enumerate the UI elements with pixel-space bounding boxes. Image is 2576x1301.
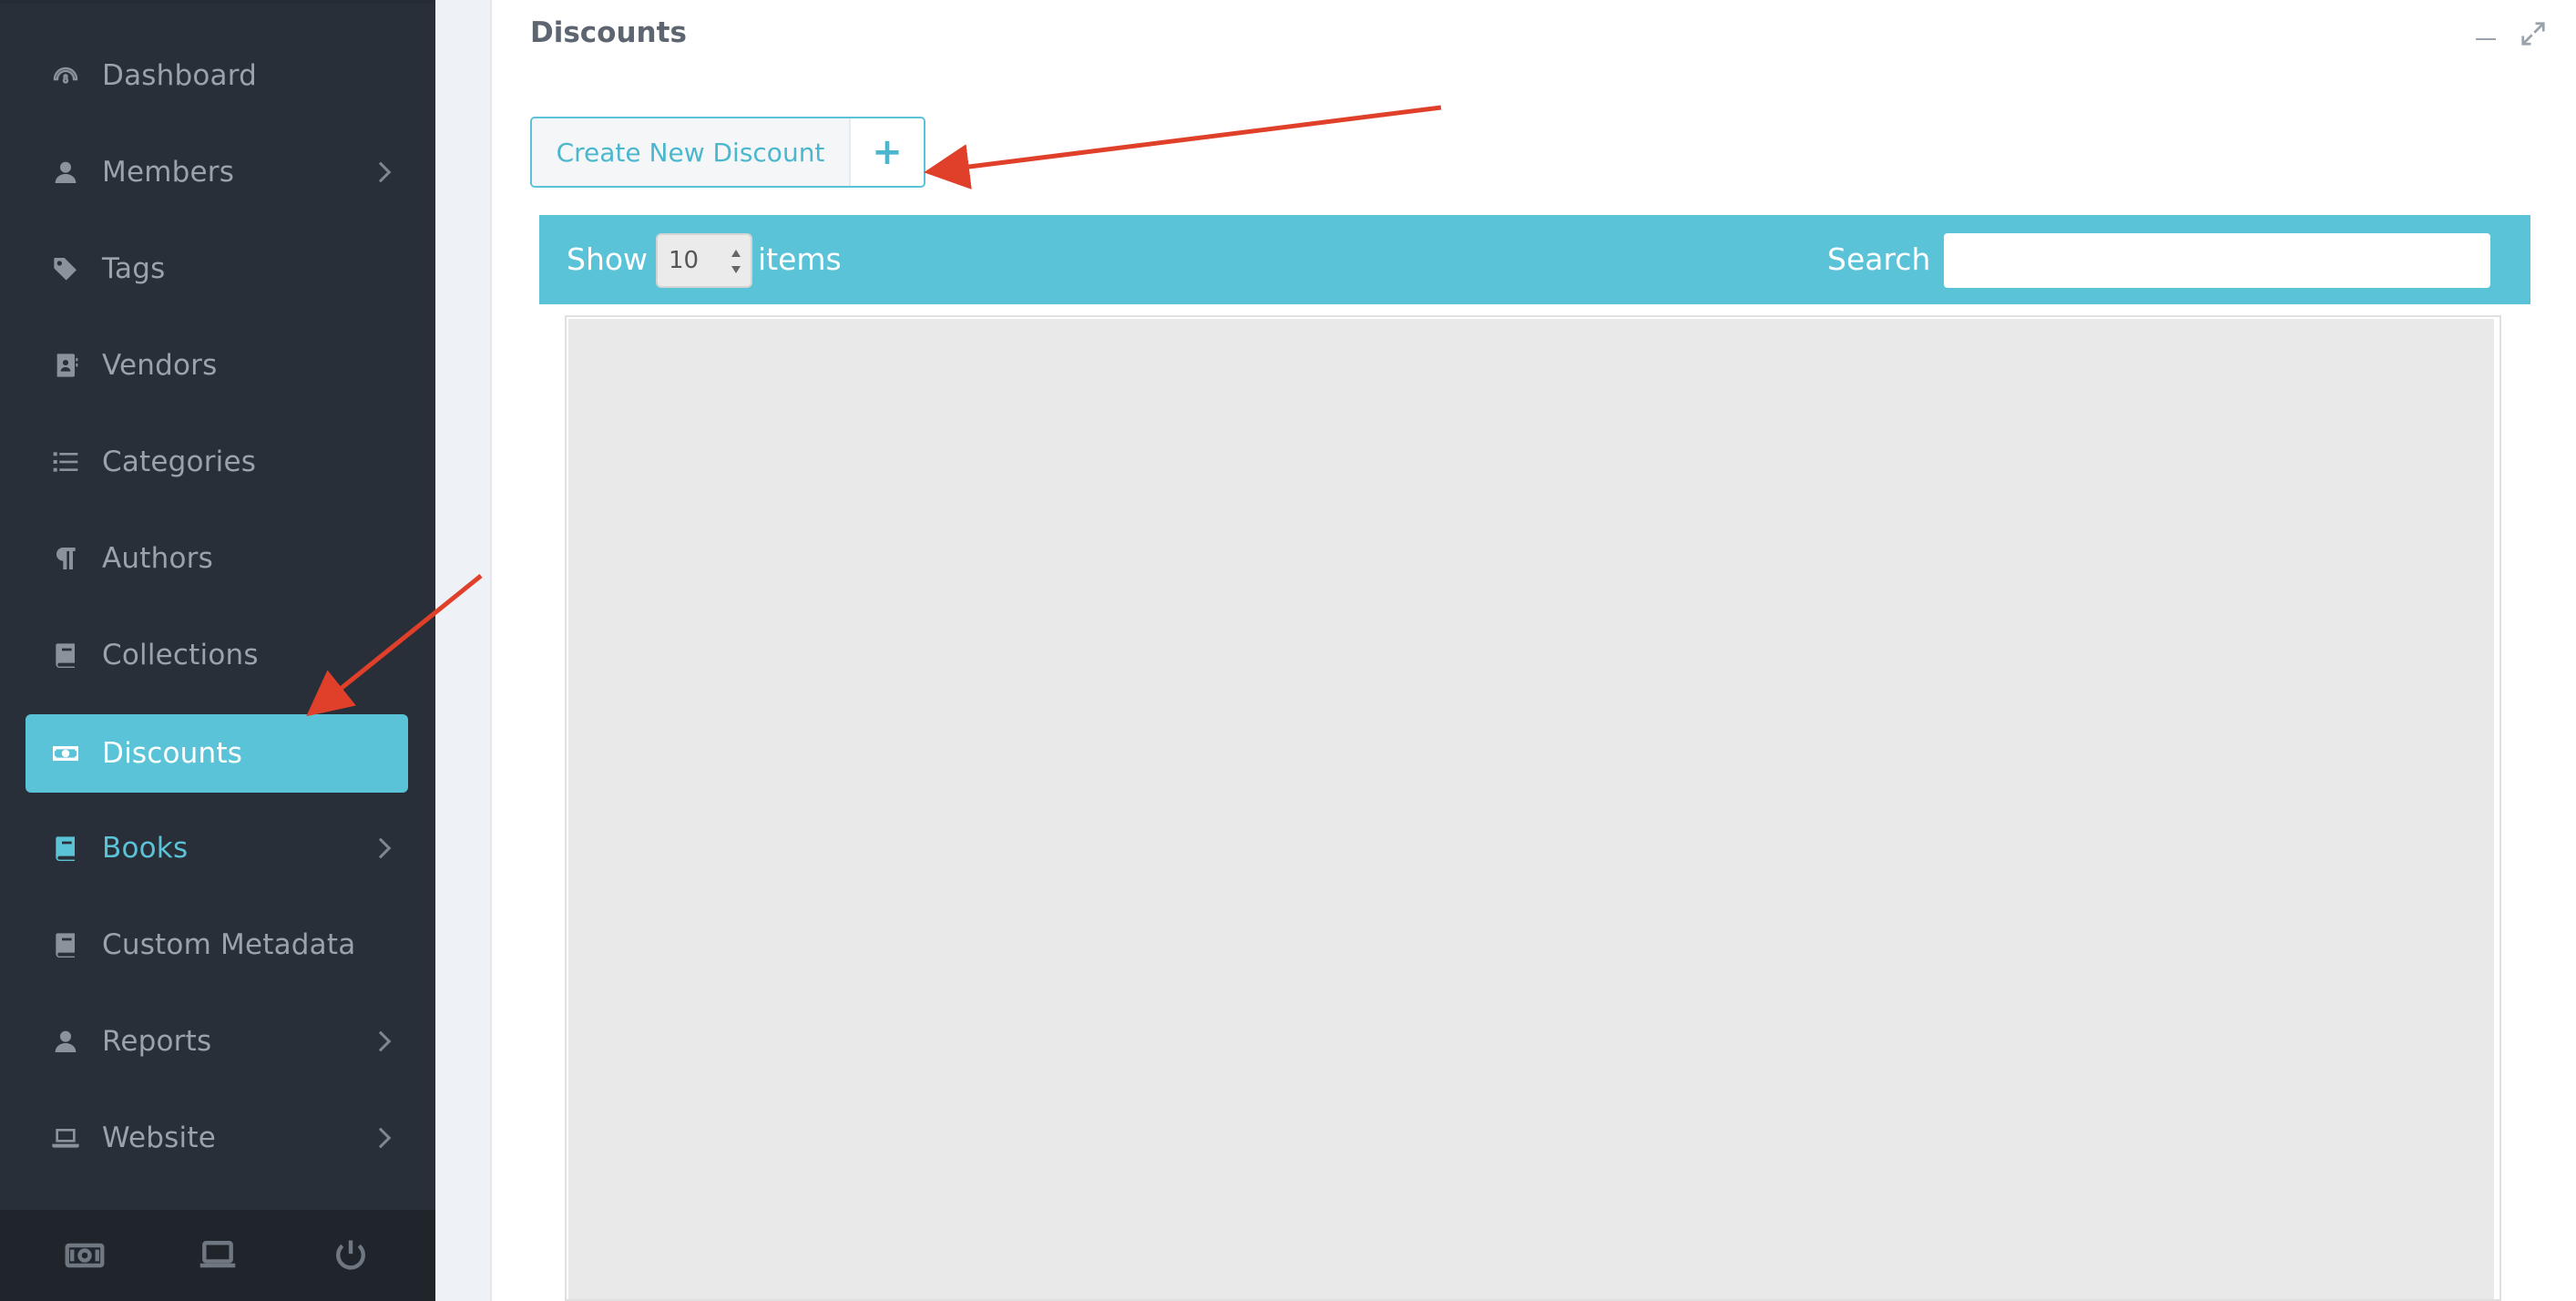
power-icon (336, 1240, 365, 1270)
sidebar-footer (0, 1210, 435, 1301)
book-icon (49, 832, 82, 865)
book-icon (49, 639, 82, 671)
create-new-discount-button[interactable]: Create New Discount + (530, 117, 925, 188)
discounts-panel: Discounts Create New Discount + Show 10 … (490, 0, 2576, 1301)
spinner-arrows-icon (731, 250, 741, 273)
money-bill-icon (49, 737, 82, 770)
page-size-select[interactable]: 10 (656, 233, 752, 288)
table-loading-area (568, 319, 2494, 1299)
laptop-icon (49, 1122, 82, 1154)
sidebar-item-label: Website (102, 1122, 216, 1154)
show-label: Show (567, 241, 649, 277)
minimize-icon[interactable] (2476, 24, 2496, 44)
footer-discounts-button[interactable] (57, 1228, 112, 1283)
panel-tools (2476, 20, 2547, 47)
create-button-label: Create New Discount (532, 118, 851, 186)
table-controls-bar: Show 10 items Search (539, 215, 2530, 304)
sidebar-item-reports[interactable]: Reports (26, 1002, 408, 1081)
sidebar-item-vendors[interactable]: Vendors (26, 326, 408, 405)
sidebar-item-dashboard[interactable]: Dashboard (26, 36, 408, 115)
sidebar-item-custom-metadata[interactable]: Custom Metadata (26, 906, 408, 984)
sidebar-item-label: Members (102, 156, 235, 189)
sidebar-item-label: Collections (102, 639, 259, 671)
page-size-value: 10 (669, 247, 700, 274)
sidebar-item-members[interactable]: Members (26, 133, 408, 211)
search-input[interactable] (1944, 233, 2490, 288)
sidebar-item-label: Tags (102, 252, 166, 285)
dashboard-gauge-icon (49, 59, 82, 92)
chevron-right-icon (370, 837, 392, 859)
sidebar-item-books[interactable]: Books (26, 809, 408, 887)
sidebar-item-label: Vendors (102, 349, 218, 382)
page-title: Discounts (530, 16, 687, 49)
sidebar-item-authors[interactable]: Authors (26, 519, 408, 598)
sidebar-item-categories[interactable]: Categories (26, 423, 408, 501)
paragraph-icon (49, 542, 82, 575)
items-label: items (758, 241, 842, 277)
list-icon (49, 446, 82, 478)
tag-icon (49, 252, 82, 285)
sidebar-item-tags[interactable]: Tags (26, 230, 408, 308)
chevron-right-icon (370, 161, 392, 183)
user-icon (49, 156, 82, 189)
chevron-right-icon (370, 1030, 392, 1052)
sidebar: Dashboard Members Tags Vendors Categorie… (0, 0, 435, 1301)
sidebar-item-label: Discounts (102, 737, 243, 770)
address-book-icon (49, 349, 82, 382)
chevron-right-icon (370, 1127, 392, 1149)
sidebar-item-label: Dashboard (102, 59, 257, 92)
discounts-table (565, 315, 2501, 1301)
book-icon (49, 928, 82, 961)
user-icon (49, 1025, 82, 1058)
sidebar-item-label: Custom Metadata (102, 928, 356, 961)
sidebar-item-discounts[interactable]: Discounts (26, 714, 408, 793)
footer-website-button[interactable] (190, 1228, 245, 1283)
sidebar-item-label: Categories (102, 446, 257, 478)
laptop-icon (199, 1241, 236, 1268)
sidebar-top-divider (0, 0, 435, 4)
plus-icon: + (872, 131, 903, 173)
sidebar-item-label: Books (102, 832, 189, 865)
sidebar-item-label: Authors (102, 542, 213, 575)
search-label: Search (1827, 241, 1931, 277)
money-bill-icon (65, 1243, 105, 1268)
sidebar-item-label: Reports (102, 1025, 212, 1058)
sidebar-item-collections[interactable]: Collections (26, 616, 408, 694)
expand-icon[interactable] (2520, 20, 2547, 47)
footer-logout-button[interactable] (323, 1228, 378, 1283)
sidebar-item-website[interactable]: Website (26, 1099, 408, 1177)
